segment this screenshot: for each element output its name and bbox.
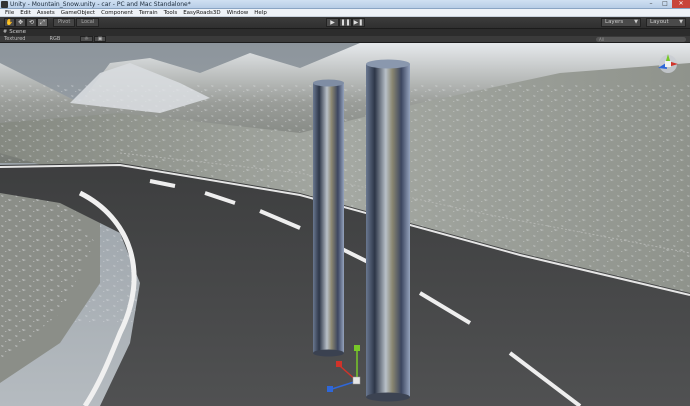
menu-window[interactable]: Window (224, 9, 252, 16)
menu-gameobject[interactable]: GameObject (58, 9, 98, 16)
transform-tools: ✋ ✥ ⟲ ⤢ (4, 18, 48, 27)
menu-file[interactable]: File (2, 9, 17, 16)
scene-lighting-toggle[interactable]: ☼ (80, 36, 93, 42)
menu-tools[interactable]: Tools (161, 9, 181, 16)
chrome-pillar-left[interactable] (313, 79, 344, 357)
scene-viewport[interactable] (0, 43, 690, 406)
layout-label: Layout (650, 19, 669, 25)
window-controls: – □ ✕ (644, 0, 690, 9)
close-button[interactable]: ✕ (672, 0, 690, 8)
scene-search-input[interactable]: All (596, 37, 686, 42)
render-mode-dropdown[interactable]: Textured (4, 36, 25, 43)
layout-dropdown[interactable]: Layout ▼ (646, 18, 686, 27)
color-mode-dropdown[interactable]: RGB (49, 36, 60, 43)
menu-help[interactable]: Help (251, 9, 270, 16)
scene-render (0, 43, 690, 406)
play-button[interactable]: ▶ (326, 18, 339, 27)
hand-tool-icon[interactable]: ✋ (4, 18, 15, 27)
layers-label: Layers (605, 19, 624, 25)
rotate-tool-icon[interactable]: ⟲ (26, 18, 37, 27)
menu-assets[interactable]: Assets (34, 9, 58, 16)
menu-component[interactable]: Component (98, 9, 136, 16)
play-controls: ▶ ❚❚ ▶❚ (326, 18, 365, 27)
layers-dropdown[interactable]: Layers ▼ (601, 18, 641, 27)
menu-terrain[interactable]: Terrain (136, 9, 161, 16)
window-title-bar: Unity - Mountain_Snow.unity - car - PC a… (0, 0, 690, 9)
chrome-pillar-right[interactable] (366, 59, 410, 402)
window-title: Unity - Mountain_Snow.unity - car - PC a… (10, 0, 191, 8)
scene-view-header: Textured RGB ☼ ▣ All (0, 36, 690, 43)
scene-fx-toggle[interactable]: ▣ (93, 36, 107, 42)
pause-button[interactable]: ❚❚ (339, 18, 352, 27)
local-toggle[interactable]: Local (76, 18, 100, 27)
minimize-button[interactable]: – (644, 0, 658, 8)
unity-app-icon (1, 0, 8, 8)
move-tool-icon[interactable]: ✥ (15, 18, 26, 27)
menu-bar: File Edit Assets GameObject Component Te… (0, 9, 690, 17)
menu-easyroads3d[interactable]: EasyRoads3D (180, 9, 223, 16)
maximize-button[interactable]: □ (658, 0, 672, 8)
step-button[interactable]: ▶❚ (352, 18, 365, 27)
main-toolbar: ✋ ✥ ⟲ ⤢ Pivot Local ▶ ❚❚ ▶❚ Layers ▼ Lay… (0, 17, 690, 29)
menu-edit[interactable]: Edit (17, 9, 34, 16)
chevron-down-icon: ▼ (679, 19, 683, 25)
chevron-down-icon: ▼ (634, 19, 638, 25)
scale-tool-icon[interactable]: ⤢ (37, 18, 48, 27)
pivot-toggle[interactable]: Pivot (53, 18, 76, 27)
scene-tab[interactable]: # Scene (0, 29, 690, 36)
